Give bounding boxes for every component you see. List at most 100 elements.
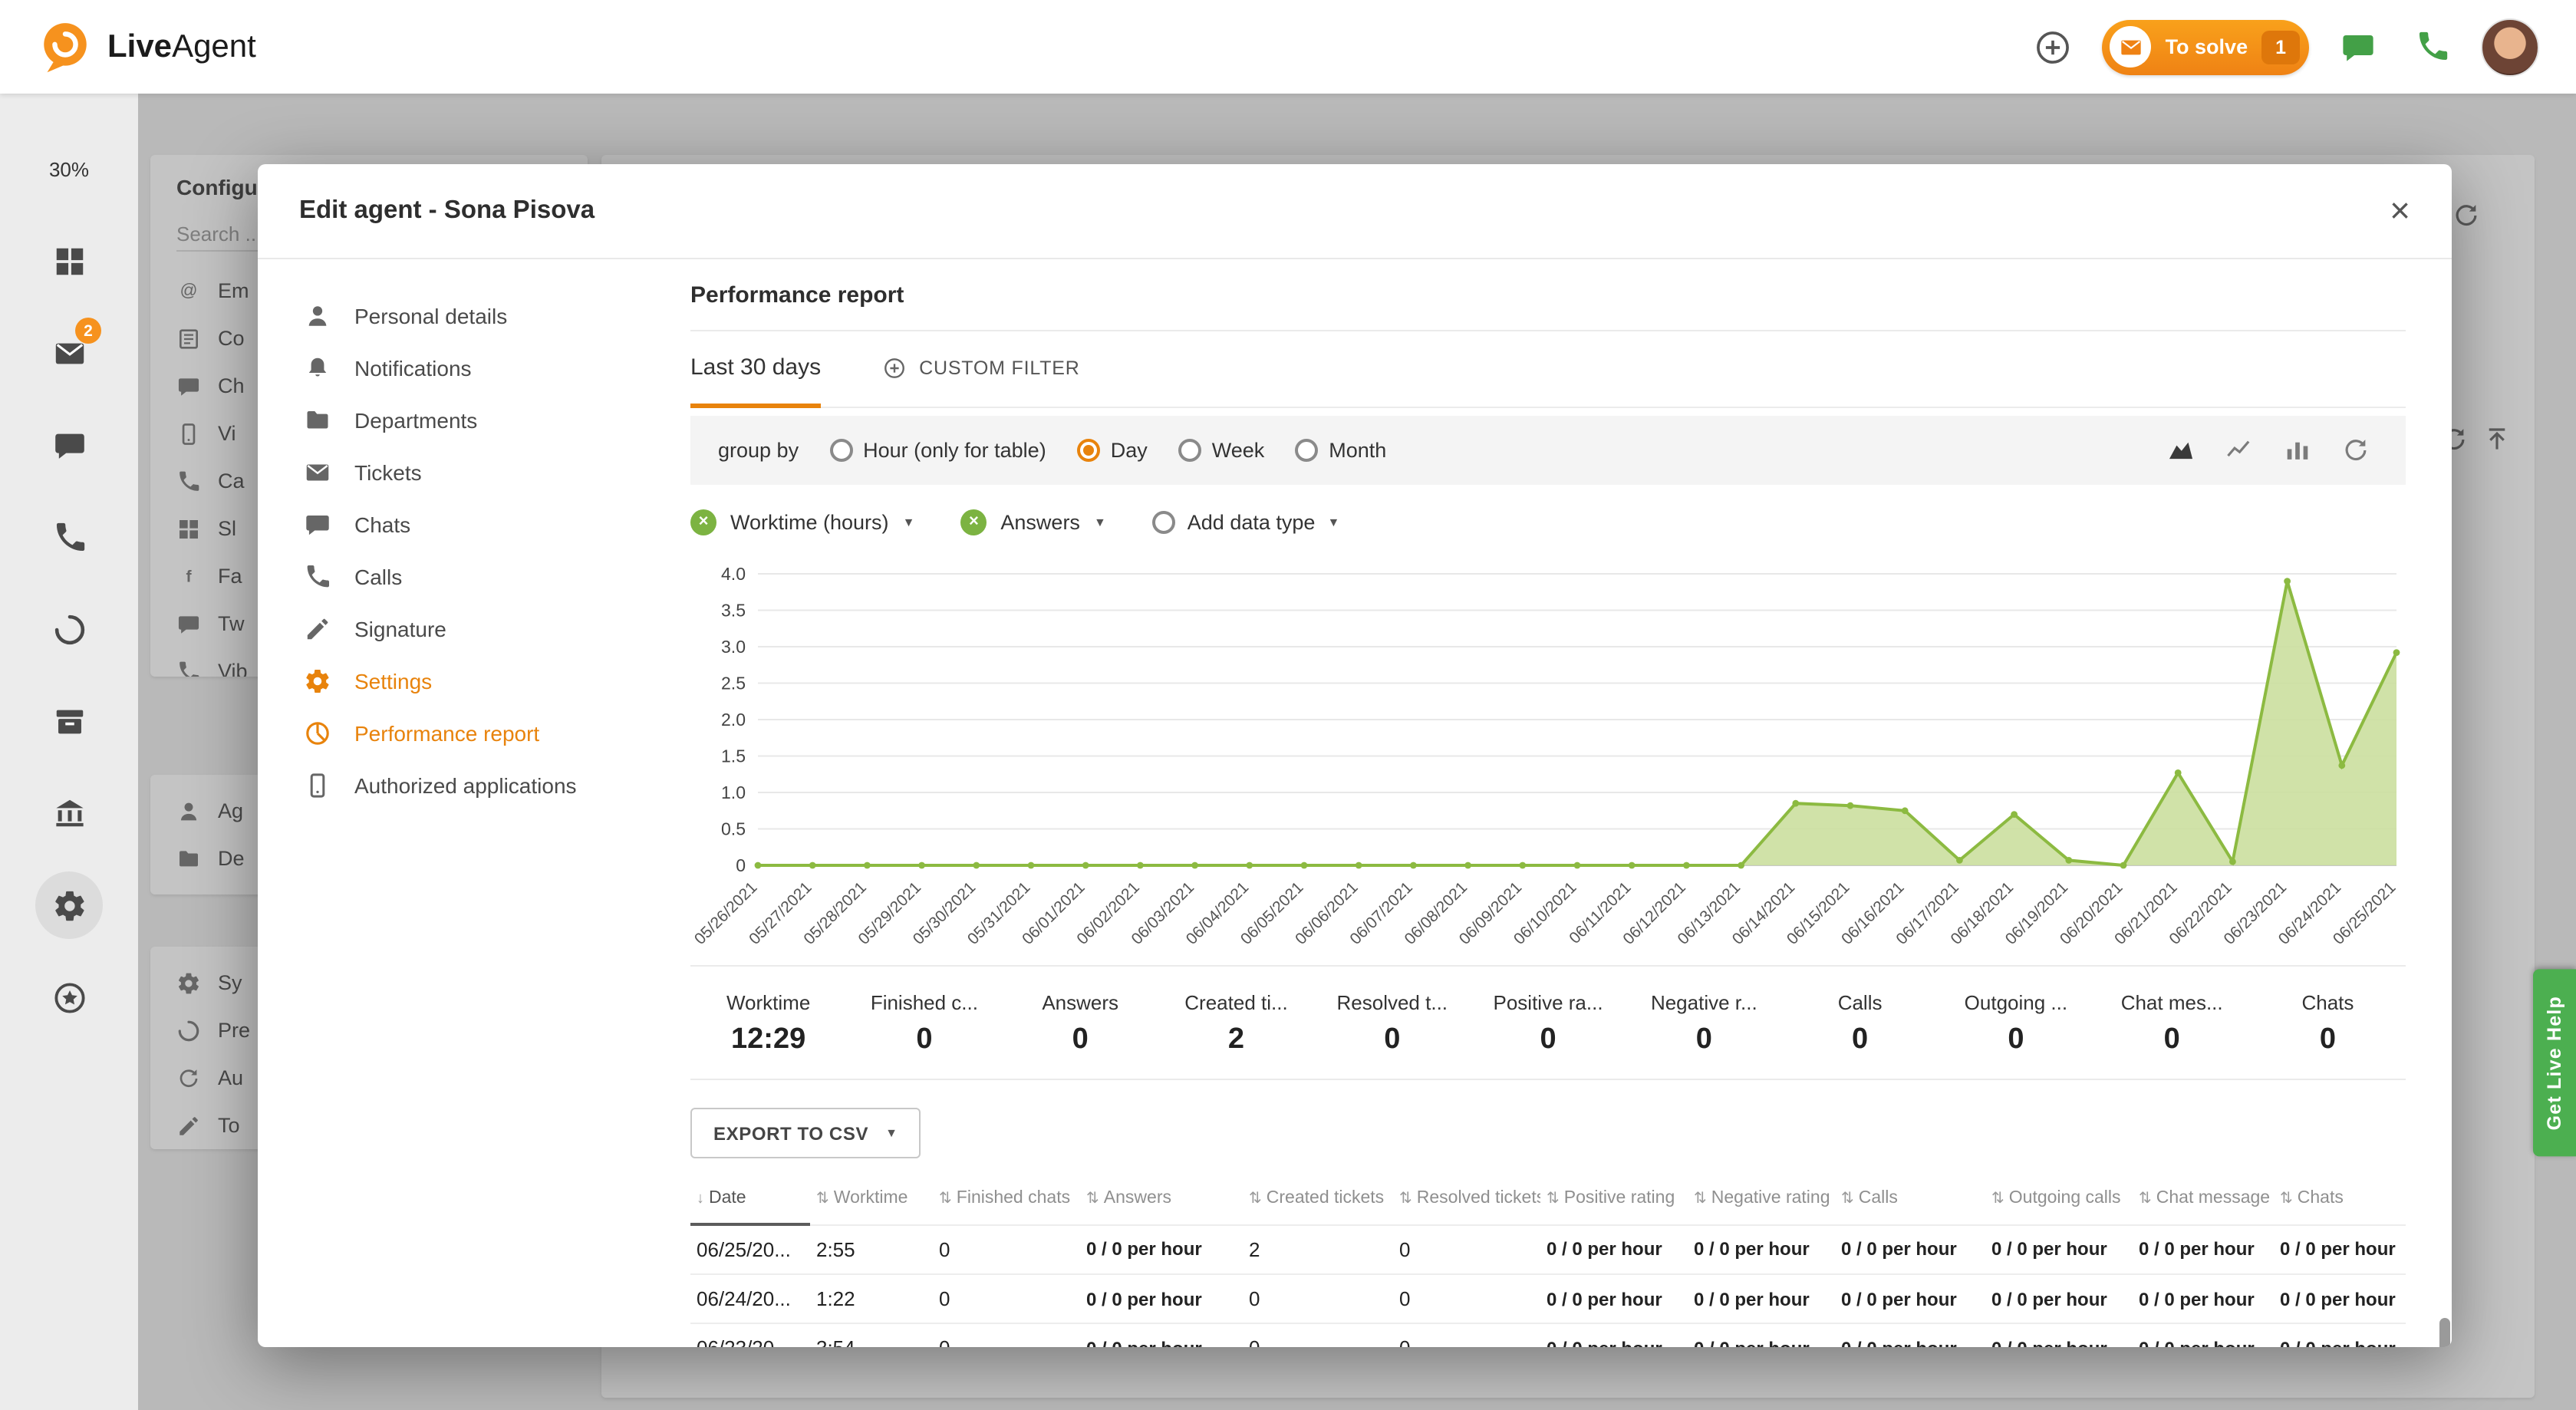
sort-icon: ⇅ xyxy=(1547,1191,1560,1208)
agent-nav-tickets[interactable]: Tickets xyxy=(258,446,644,499)
zoom-level: 30% xyxy=(49,158,89,181)
ring-icon xyxy=(51,611,87,647)
sidebar-item-addons[interactable] xyxy=(26,954,112,1040)
groupby-option-day[interactable]: Day xyxy=(1077,439,1148,462)
section-title: Performance report xyxy=(690,259,2406,331)
svg-text:2.0: 2.0 xyxy=(721,710,746,730)
agent-nav-authorized-applications[interactable]: Authorized applications xyxy=(258,759,644,812)
remove-icon[interactable]: × xyxy=(960,509,987,535)
radio-icon xyxy=(1178,439,1201,462)
column-header-calls[interactable]: ⇅Calls xyxy=(1835,1174,1985,1224)
app: LiveAgent To solve 1 30% 2 xyxy=(0,0,2576,1410)
sidebar-item-tickets[interactable]: 2 xyxy=(26,310,112,396)
barchart-icon xyxy=(2282,436,2311,465)
liveagent-logo[interactable]: LiveAgent xyxy=(37,18,256,75)
sort-icon: ⇅ xyxy=(1399,1191,1412,1208)
mail-icon xyxy=(304,459,331,486)
column-header-outgoing-calls[interactable]: ⇅Outgoing calls xyxy=(1985,1174,2133,1224)
column-header-positive-rating[interactable]: ⇅Positive rating xyxy=(1540,1174,1688,1224)
area-chart-button[interactable] xyxy=(2157,427,2203,473)
sidebar-item-chats[interactable] xyxy=(26,402,112,488)
sort-icon: ⇅ xyxy=(1086,1191,1099,1208)
svg-text:0.5: 0.5 xyxy=(721,819,746,839)
add-data-type[interactable]: Add data type▼ xyxy=(1152,510,1340,533)
sidebar-item-billing[interactable] xyxy=(26,770,112,856)
summary-stats-row: Worktime12:29Finished c...0Answers0Creat… xyxy=(690,965,2406,1080)
calls-button[interactable] xyxy=(2407,22,2456,71)
chat-icon xyxy=(2340,28,2377,65)
agent-nav-performance-report[interactable]: Performance report xyxy=(258,707,644,759)
sidebar-item-reports[interactable] xyxy=(26,678,112,764)
chevron-down-icon: ▼ xyxy=(885,1126,898,1140)
series-chip-answers[interactable]: ×Answers▼ xyxy=(960,509,1105,535)
sidebar-item-calls[interactable] xyxy=(26,494,112,580)
radio-icon xyxy=(1152,510,1175,533)
groupby-option-week[interactable]: Week xyxy=(1178,439,1265,462)
column-header-negative-rating[interactable]: ⇅Negative rating xyxy=(1688,1174,1835,1224)
edit-agent-modal: Edit agent - Sona Pisova × Personal deta… xyxy=(258,164,2452,1347)
group-by-label: group by xyxy=(718,439,799,462)
topbar: LiveAgent To solve 1 xyxy=(0,0,2576,94)
line-chart-button[interactable] xyxy=(2215,427,2261,473)
remove-icon[interactable]: × xyxy=(690,509,716,535)
unread-count-badge: 2 xyxy=(75,318,101,344)
avatar[interactable] xyxy=(2481,18,2539,76)
refresh-button[interactable] xyxy=(2332,427,2378,473)
close-icon[interactable]: × xyxy=(2390,193,2410,229)
add-new-button[interactable] xyxy=(2029,22,2078,71)
stat-chats: Chats0 xyxy=(2250,991,2406,1057)
sidebar-item-configuration[interactable] xyxy=(26,862,112,948)
agent-nav-settings[interactable]: Settings xyxy=(258,655,644,707)
device-icon xyxy=(304,772,331,799)
table-row[interactable]: 06/25/20...2:5500 / 0 per hour200 / 0 pe… xyxy=(690,1224,2406,1274)
report-table: ↓Date⇅Worktime⇅Finished chats⇅Answers⇅Cr… xyxy=(690,1174,2406,1347)
table-row[interactable]: 06/23/20...3:5400 / 0 per hour000 / 0 pe… xyxy=(690,1323,2406,1347)
svg-text:3.5: 3.5 xyxy=(721,601,746,621)
to-solve-label: To solve xyxy=(2166,35,2248,58)
column-header-created-tickets[interactable]: ⇅Created tickets xyxy=(1243,1174,1393,1224)
radio-icon xyxy=(1295,439,1318,462)
column-header-finished-chats[interactable]: ⇅Finished chats xyxy=(933,1174,1080,1224)
tab-last-30-days[interactable]: Last 30 days xyxy=(690,331,821,408)
sidebar-item-dashboard[interactable] xyxy=(26,218,112,304)
sidebar-item-time[interactable] xyxy=(26,586,112,672)
person-icon xyxy=(304,302,331,330)
svg-text:3.0: 3.0 xyxy=(721,637,746,657)
export-to-csv-button[interactable]: EXPORT TO CSV ▼ xyxy=(690,1108,921,1158)
bell-icon xyxy=(304,354,331,382)
agent-nav-departments[interactable]: Departments xyxy=(258,394,644,446)
sort-icon: ⇅ xyxy=(1841,1191,1854,1208)
performance-report-panel: Performance report Last 30 days CUSTOM FI… xyxy=(644,259,2452,1347)
groupby-option-hour-only-for-table[interactable]: Hour (only for table) xyxy=(829,439,1046,462)
pen-icon xyxy=(304,615,331,643)
tab-custom-filter[interactable]: CUSTOM FILTER xyxy=(882,331,1080,408)
column-header-chat-message[interactable]: ⇅Chat message xyxy=(2133,1174,2274,1224)
stat-positive-ra: Positive ra...0 xyxy=(1470,991,1626,1057)
folder-icon xyxy=(304,407,331,434)
groupby-option-month[interactable]: Month xyxy=(1295,439,1386,462)
agent-nav-calls[interactable]: Calls xyxy=(258,551,644,603)
column-header-worktime[interactable]: ⇅Worktime xyxy=(810,1174,933,1224)
get-live-help-tab[interactable]: Get Live Help xyxy=(2533,970,2576,1156)
series-chip-worktime-hours[interactable]: ×Worktime (hours)▼ xyxy=(690,509,914,535)
sort-icon: ⇅ xyxy=(2139,1191,2152,1208)
table-header-row: ↓Date⇅Worktime⇅Finished chats⇅Answers⇅Cr… xyxy=(690,1174,2406,1224)
table-row[interactable]: 06/24/20...1:2200 / 0 per hour000 / 0 pe… xyxy=(690,1274,2406,1323)
column-header-chats[interactable]: ⇅Chats xyxy=(2274,1174,2406,1224)
agent-nav-notifications[interactable]: Notifications xyxy=(258,342,644,394)
phone-icon xyxy=(2414,29,2449,64)
column-header-answers[interactable]: ⇅Answers xyxy=(1080,1174,1243,1224)
bar-chart-button[interactable] xyxy=(2274,427,2320,473)
svg-text:4.0: 4.0 xyxy=(721,564,746,584)
to-solve-button[interactable]: To solve 1 xyxy=(2103,19,2309,74)
agent-nav-chats[interactable]: Chats xyxy=(258,499,644,551)
sidebar-nav: 2 xyxy=(26,218,112,1046)
table-scrollbar[interactable] xyxy=(2439,1318,2450,1347)
agent-settings-nav: Personal detailsNotificationsDepartments… xyxy=(258,259,644,1347)
agent-nav-signature[interactable]: Signature xyxy=(258,603,644,655)
column-header-date[interactable]: ↓Date xyxy=(690,1174,810,1224)
agent-nav-personal-details[interactable]: Personal details xyxy=(258,290,644,342)
column-header-resolved-tickets[interactable]: ⇅Resolved tickets xyxy=(1393,1174,1540,1224)
svg-text:1.0: 1.0 xyxy=(721,782,746,802)
chats-button[interactable] xyxy=(2334,22,2383,71)
